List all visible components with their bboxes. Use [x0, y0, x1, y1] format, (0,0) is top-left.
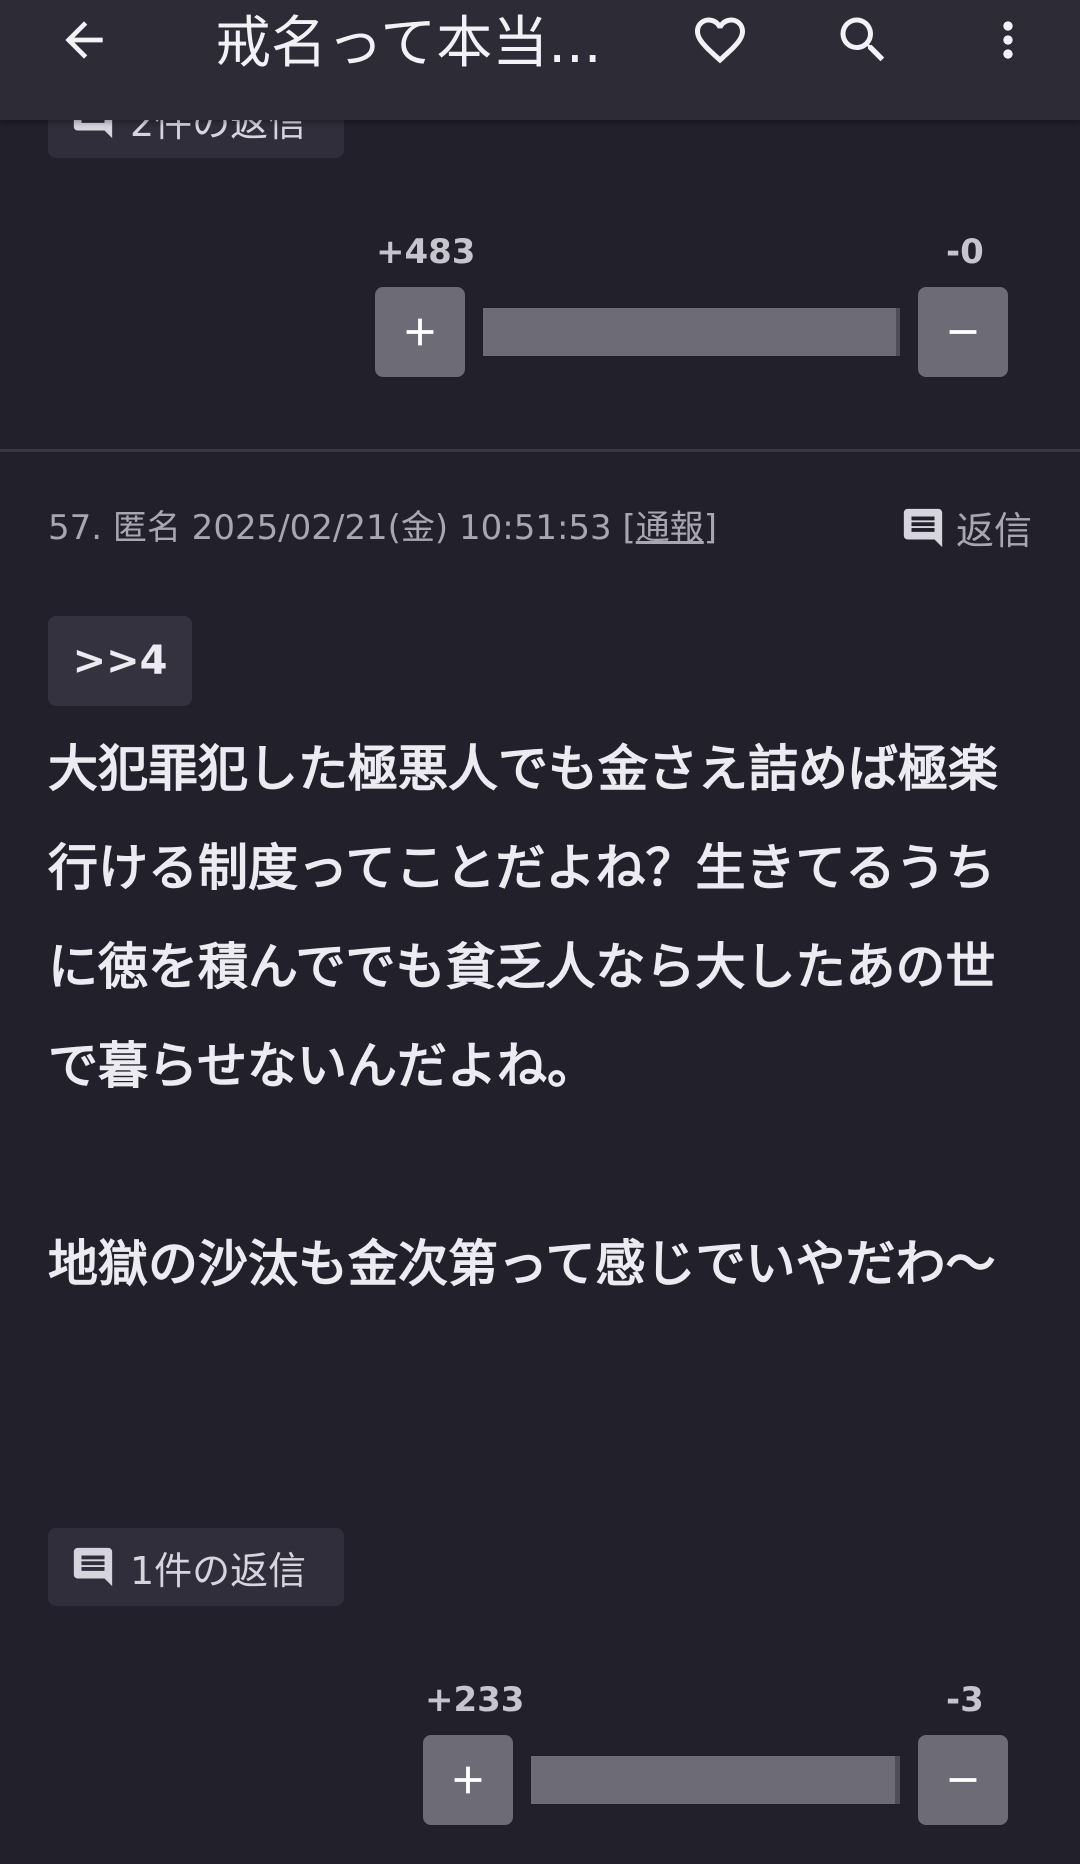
plus-count: +483	[376, 232, 476, 272]
heart-outline-icon	[695, 17, 745, 64]
minus-icon	[949, 1778, 977, 1782]
minus-count: -3	[946, 1680, 984, 1720]
minus-vote-button[interactable]	[918, 1735, 1008, 1825]
minus-vote-button[interactable]	[918, 287, 1008, 377]
app-bar: 戒名って本当...	[0, 0, 1080, 120]
post-meta: 57. 匿名 2025/02/21(金) 10:51:53 [通報]	[48, 500, 717, 549]
post-divider	[0, 449, 1080, 452]
minus-count: -0	[946, 232, 984, 272]
comment-icon	[73, 1547, 113, 1587]
reply-button[interactable]: 返信	[900, 500, 1032, 555]
anchor-link[interactable]: >>4	[48, 616, 192, 706]
vote-ratio-fill	[531, 1756, 896, 1804]
comment-icon	[903, 508, 943, 547]
plus-vote-button[interactable]	[423, 1735, 513, 1825]
vote-ratio-bar	[483, 308, 900, 356]
post-meta-prefix: 57. 匿名 2025/02/21(金) 10:51:53 [	[48, 508, 636, 548]
back-button[interactable]	[36, 0, 132, 80]
arrow-left-icon	[65, 21, 103, 59]
plus-icon	[406, 318, 434, 346]
favorite-button[interactable]	[672, 0, 768, 80]
more-vert-icon	[1003, 21, 1013, 59]
report-link[interactable]: 通報	[636, 508, 704, 548]
page-title: 戒名って本当...	[215, 11, 602, 76]
vote-ratio-bar	[531, 1756, 900, 1804]
reply-label: 返信	[955, 509, 1032, 553]
replies-label: 1件の返信	[130, 1548, 307, 1593]
more-menu-button[interactable]	[960, 0, 1056, 80]
vote-ratio-fill	[483, 308, 896, 356]
plus-count: +233	[425, 1680, 525, 1720]
search-icon	[840, 17, 885, 62]
search-button[interactable]	[815, 0, 911, 80]
post-body: 大犯罪犯した極悪人でも金さえ詰めば極楽行ける制度ってことだよね？生きてるうちに徳…	[48, 740, 998, 1293]
minus-icon	[949, 330, 977, 334]
replies-button[interactable]: 1件の返信	[48, 1528, 344, 1606]
plus-icon	[454, 1766, 482, 1794]
plus-vote-button[interactable]	[375, 287, 465, 377]
post-meta-suffix: ]	[703, 508, 718, 548]
